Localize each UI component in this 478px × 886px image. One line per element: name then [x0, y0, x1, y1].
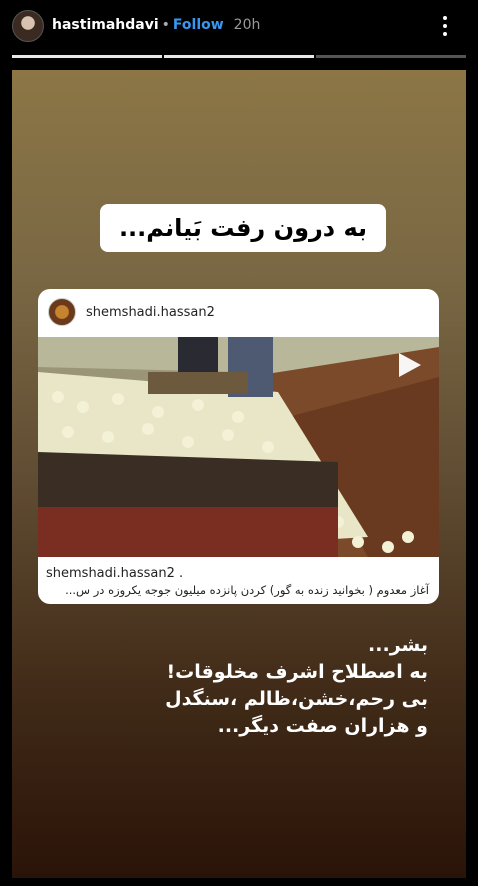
poem-line-2: به اصطلاح اشرف مخلوقات!	[166, 661, 428, 683]
post-author-avatar[interactable]	[48, 298, 76, 326]
story-header: hastimahdavi • Follow 20h	[0, 0, 478, 56]
progress-segment-2	[164, 55, 314, 58]
shared-post-card[interactable]: shemshadi.hassan2 shemshadi.hassan2 . آغ…	[38, 289, 439, 604]
post-video-thumbnail[interactable]	[38, 337, 439, 557]
header-userline: hastimahdavi • Follow 20h	[52, 17, 260, 33]
story-headline: به درون رفت بَیانم...	[100, 204, 386, 252]
progress-segment-1	[12, 55, 162, 58]
video-frame-illustration	[38, 337, 439, 557]
follow-button[interactable]: Follow	[173, 17, 224, 33]
poem-line-4: و هزاران صفت دیگر...	[217, 715, 428, 737]
poem-line-3: بی رحم،خشن،ظالم ،سنگدل	[165, 688, 428, 710]
more-vertical-icon[interactable]	[442, 16, 448, 36]
post-caption: آغاز معدوم ( بخوانید زنده به گور) کردن پ…	[65, 583, 429, 597]
timestamp: 20h	[233, 17, 261, 33]
progress-segment-3	[316, 55, 466, 58]
play-icon[interactable]	[399, 353, 421, 377]
poem-line-1: بشر...	[368, 634, 428, 656]
username-link[interactable]: hastimahdavi	[52, 17, 159, 33]
story-text: بشر... به اصطلاح اشرف مخلوقات! بی رحم،خش…	[108, 632, 428, 740]
post-author-name[interactable]: shemshadi.hassan2	[86, 305, 215, 320]
profile-avatar[interactable]	[12, 10, 44, 42]
separator-dot: •	[161, 17, 170, 33]
caption-author[interactable]: shemshadi.hassan2 .	[46, 566, 183, 581]
